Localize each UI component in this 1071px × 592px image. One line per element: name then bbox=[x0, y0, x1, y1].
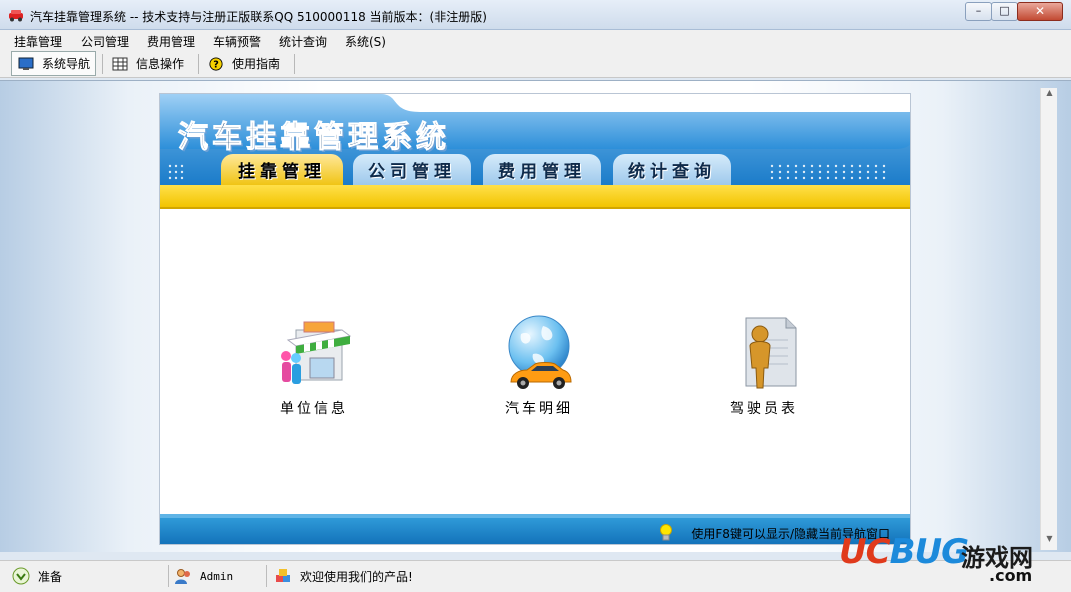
minimize-button[interactable]: – bbox=[965, 2, 992, 21]
menu-vehicle-alert[interactable]: 车辆预警 bbox=[213, 33, 261, 50]
tab-guakao[interactable]: 挂靠管理 bbox=[221, 154, 343, 185]
close-button[interactable]: ✕ bbox=[1017, 2, 1063, 21]
menu-company[interactable]: 公司管理 bbox=[81, 33, 129, 50]
maximize-button[interactable]: □ bbox=[991, 2, 1018, 21]
menu-fees[interactable]: 费用管理 bbox=[147, 33, 195, 50]
tab-statistics[interactable]: 统计查询 bbox=[613, 154, 731, 185]
monitor-icon bbox=[18, 57, 34, 70]
ready-arrow-icon bbox=[12, 567, 30, 585]
window-title: 汽车挂靠管理系统 -- 技术支持与注册正版联系QQ 510000118 当前版本… bbox=[30, 10, 487, 24]
boxes-icon bbox=[276, 569, 290, 582]
close-icon: ✕ bbox=[1034, 4, 1046, 18]
status-message-text: 欢迎使用我们的产品! bbox=[300, 569, 413, 584]
toolbar-separator bbox=[102, 54, 103, 74]
toolbar-guide-button[interactable]: ? 使用指南 bbox=[202, 51, 292, 76]
maximize-icon: □ bbox=[999, 4, 1010, 17]
watermark-bug: BUG bbox=[889, 532, 969, 572]
nav-label-car-details: 汽车明细 bbox=[505, 401, 573, 417]
status-user: Admin bbox=[174, 565, 233, 587]
status-ready-text: 准备 bbox=[38, 569, 63, 584]
tab-company[interactable]: 公司管理 bbox=[353, 154, 471, 185]
nav-item-car-details[interactable]: 汽车明细 bbox=[479, 312, 599, 418]
toolbar-nav-button[interactable]: 系统导航 bbox=[11, 51, 96, 76]
window-controls: – □ ✕ bbox=[965, 2, 1063, 21]
toolbar-info-button[interactable]: 信息操作 bbox=[106, 51, 196, 76]
scroll-up-icon[interactable]: ▲ bbox=[1041, 88, 1058, 104]
toolbar-info-label: 信息操作 bbox=[136, 57, 185, 71]
nav-item-driver-table[interactable]: 驾驶员表 bbox=[704, 312, 824, 418]
toolbar-separator bbox=[198, 54, 199, 74]
minimize-icon: – bbox=[975, 4, 982, 17]
system-title: 汽车挂靠管理系统 bbox=[178, 120, 450, 156]
ucbug-watermark: UCBUG 游戏网 .com bbox=[839, 532, 1059, 590]
car-globe-icon bbox=[508, 315, 572, 389]
toolbar-separator bbox=[294, 54, 295, 74]
toolbar-nav-label: 系统导航 bbox=[42, 57, 91, 71]
status-message: 欢迎使用我们的产品! bbox=[274, 565, 413, 587]
watermark-brand: UCBUG bbox=[839, 532, 969, 572]
svg-text:?: ? bbox=[213, 59, 219, 70]
toolbar-guide-label: 使用指南 bbox=[232, 57, 281, 71]
menu-system[interactable]: 系统(S) bbox=[345, 33, 386, 50]
menu-guakao[interactable]: 挂靠管理 bbox=[14, 33, 62, 50]
app-car-icon bbox=[9, 10, 23, 22]
shop-icon bbox=[281, 321, 352, 384]
status-ready: 准备 bbox=[12, 565, 62, 587]
status-separator bbox=[168, 565, 169, 587]
vertical-scrollbar[interactable]: ▲ ▼ bbox=[1040, 88, 1057, 550]
nav-item-unit-info[interactable]: 单位信息 bbox=[254, 312, 374, 418]
tab-fees[interactable]: 费用管理 bbox=[483, 154, 601, 185]
menu-bar: 挂靠管理 公司管理 费用管理 车辆预警 统计查询 系统(S) bbox=[0, 30, 1071, 50]
watermark-com: .com bbox=[989, 566, 1033, 585]
menu-statistics[interactable]: 统计查询 bbox=[279, 33, 327, 50]
status-user-text: Admin bbox=[200, 569, 234, 583]
status-separator bbox=[266, 565, 267, 587]
person-icon bbox=[745, 317, 797, 389]
tab-underline-band bbox=[160, 185, 910, 209]
nav-label-unit-info: 单位信息 bbox=[280, 401, 348, 417]
lightbulb-icon bbox=[660, 524, 673, 541]
toolbar: 系统导航 信息操作 ? 使用指南 bbox=[0, 50, 1071, 78]
navigation-panel: 汽车挂靠管理系统 挂靠管理 公司管理 费用管理 统计查询 单位信息 汽车明细 驾… bbox=[159, 93, 911, 545]
title-bar: 汽车挂靠管理系统 -- 技术支持与注册正版联系QQ 510000118 当前版本… bbox=[0, 0, 1071, 30]
user-icon bbox=[175, 569, 190, 584]
nav-label-driver-table: 驾驶员表 bbox=[730, 401, 798, 417]
help-icon: ? bbox=[209, 56, 223, 71]
watermark-uc: UC bbox=[839, 532, 891, 572]
grid-icon bbox=[112, 57, 128, 70]
